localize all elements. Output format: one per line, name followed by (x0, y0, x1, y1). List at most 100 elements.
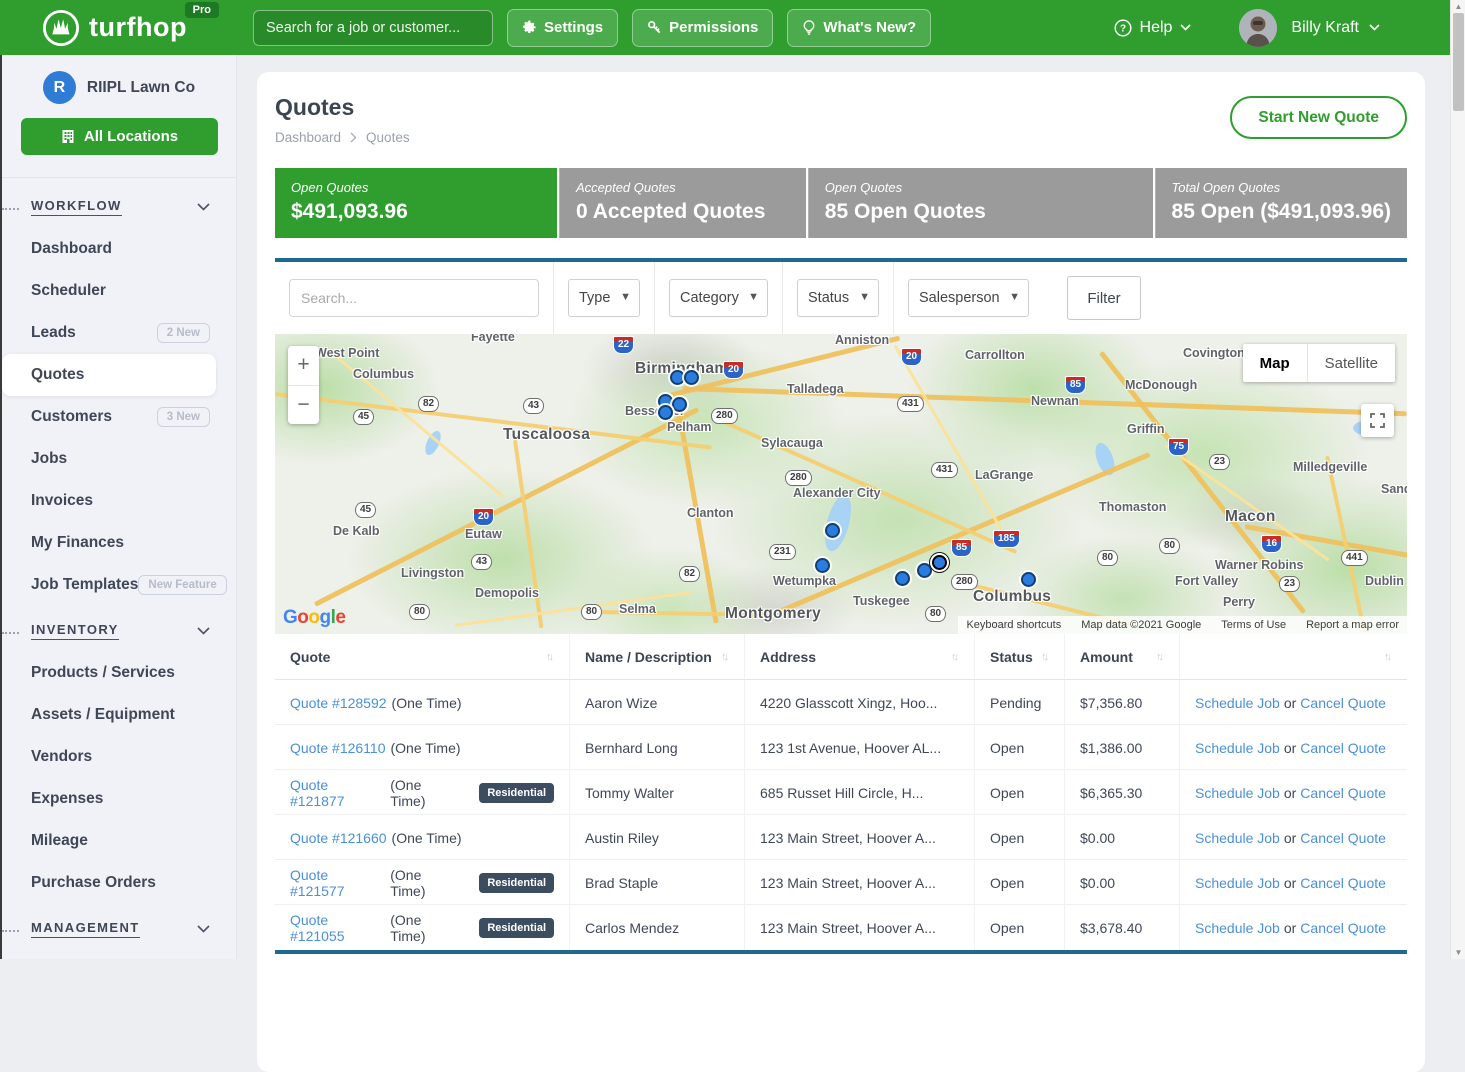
quote-map-marker[interactable] (932, 555, 947, 570)
cancel-quote-link[interactable]: Cancel Quote (1300, 920, 1386, 936)
fullscreen-button[interactable] (1361, 404, 1394, 437)
gear-icon (522, 20, 537, 35)
map-attribution-link[interactable]: Report a map error (1306, 619, 1399, 631)
map-attribution-link[interactable]: Map data ©2021 Google (1081, 619, 1201, 631)
sidebar-item[interactable]: Scheduler (2, 270, 236, 312)
turfhop-logo-icon (42, 9, 80, 47)
sidebar-item[interactable]: Invoices (2, 480, 236, 522)
quote-map-marker[interactable] (658, 405, 673, 420)
quote-link[interactable]: Quote #126110 (290, 740, 386, 756)
table-header-cell: Name / Description ↑↓ (570, 634, 745, 679)
permissions-button[interactable]: Permissions (632, 9, 773, 47)
company-switcher[interactable]: R RIIPL Lawn Co (2, 71, 236, 104)
sort-icon[interactable]: ↑↓ (721, 651, 729, 663)
sidebar-item[interactable]: Assets / Equipment (2, 694, 236, 736)
quote-link[interactable]: Quote #121660 (290, 830, 387, 846)
sidebar-item[interactable]: Jobs (2, 438, 236, 480)
sidebar-item[interactable]: Leads 2 New (2, 312, 236, 354)
sidebar-item[interactable]: Expenses (2, 778, 236, 820)
cancel-quote-link[interactable]: Cancel Quote (1300, 875, 1386, 891)
filter-button[interactable]: Filter (1067, 276, 1141, 320)
start-new-quote-button[interactable]: Start New Quote (1230, 96, 1407, 139)
route-shield: 280 (785, 470, 812, 486)
filter-select[interactable]: Salesperson ▼ (908, 279, 1029, 317)
stat-label: Total Open Quotes (1172, 180, 1391, 195)
chevron-down-icon[interactable] (197, 198, 210, 216)
sidebar-item[interactable]: My Finances (2, 522, 236, 564)
scrollbar-thumb[interactable] (1453, 13, 1464, 111)
page-scrollbar[interactable]: ▲ ▼ (1450, 0, 1465, 959)
sidebar-item[interactable]: REPORTS (2, 954, 236, 959)
filter-select[interactable]: Type ▼ (568, 279, 640, 317)
map-attribution-link[interactable]: Terms of Use (1221, 619, 1286, 631)
sidebar-item[interactable]: Dashboard (2, 228, 236, 270)
global-search-input[interactable] (253, 10, 493, 46)
quote-map-marker[interactable] (672, 397, 687, 412)
settings-button[interactable]: Settings (507, 9, 618, 47)
map-type-satellite[interactable]: Satellite (1307, 344, 1395, 382)
map-attribution-link[interactable]: Keyboard shortcuts (966, 619, 1061, 631)
quote-map-marker[interactable] (815, 558, 830, 573)
quote-link[interactable]: Quote #128592 (290, 695, 387, 711)
zoom-out-button[interactable]: − (288, 386, 319, 425)
schedule-job-link[interactable]: Schedule Job (1195, 830, 1280, 846)
user-name[interactable]: Billy Kraft (1291, 19, 1359, 37)
quote-map-marker[interactable] (895, 571, 910, 586)
sidebar-item[interactable]: Vendors (2, 736, 236, 778)
cancel-quote-link[interactable]: Cancel Quote (1300, 695, 1386, 711)
cancel-quote-link[interactable]: Cancel Quote (1300, 740, 1386, 756)
sort-icon[interactable]: ↑↓ (1384, 651, 1392, 663)
sidebar-item[interactable]: Quotes (2, 354, 216, 396)
sidebar-item[interactable]: Job Templates New Feature (2, 564, 236, 606)
chevron-down-icon[interactable] (197, 622, 210, 640)
schedule-job-link[interactable]: Schedule Job (1195, 875, 1280, 891)
schedule-job-link[interactable]: Schedule Job (1195, 920, 1280, 936)
brand-logo[interactable]: turfhop Pro (42, 9, 187, 47)
sort-icon[interactable]: ↑↓ (951, 651, 959, 663)
quote-map-marker[interactable] (917, 563, 932, 578)
map-type-map[interactable]: Map (1243, 344, 1307, 382)
quote-map-marker[interactable] (1021, 572, 1036, 587)
quote-map-marker[interactable] (670, 370, 685, 385)
filter-dropdowns: Type ▼ Category ▼ (554, 262, 1043, 334)
sidebar-item[interactable]: Mileage (2, 820, 236, 862)
quote-link[interactable]: Quote #121577 (290, 867, 385, 899)
scroll-down-arrow[interactable]: ▼ (1451, 946, 1465, 959)
chevron-down-icon (1180, 24, 1191, 31)
sort-icon[interactable]: ↑↓ (546, 651, 554, 663)
table-search-input[interactable] (289, 279, 539, 317)
quote-map-marker[interactable] (825, 523, 840, 538)
help-menu[interactable]: ? Help (1114, 19, 1192, 37)
route-shield: 43 (471, 554, 492, 570)
sidebar-item[interactable]: Customers 3 New (2, 396, 236, 438)
all-locations-button[interactable]: All Locations (21, 118, 218, 155)
quote-map-marker[interactable] (684, 370, 699, 385)
sort-icon[interactable]: ↑↓ (1156, 651, 1164, 663)
user-avatar[interactable] (1239, 9, 1277, 47)
sidebar-item[interactable]: WORKFLOW (2, 186, 236, 228)
table-row: Quote #126110 (One Time) Bernhard Long 1… (275, 725, 1407, 770)
zoom-in-button[interactable]: + (288, 346, 319, 386)
sort-icon[interactable]: ↑↓ (1041, 651, 1049, 663)
stat-card: Open Quotes 85 Open Quotes (808, 168, 1153, 238)
breadcrumb-dashboard[interactable]: Dashboard (275, 130, 341, 145)
sidebar-item[interactable]: Purchase Orders (2, 862, 236, 904)
quote-cell: Quote #128592 (One Time) (275, 680, 570, 725)
quotes-map[interactable]: Fayette West Point Columbus Tuscaloosa D… (275, 334, 1407, 634)
quote-link[interactable]: Quote #121877 (290, 777, 385, 809)
schedule-job-link[interactable]: Schedule Job (1195, 785, 1280, 801)
sidebar-item[interactable]: Products / Services (2, 652, 236, 694)
whats-new-button[interactable]: What's New? (787, 9, 931, 47)
filter-select[interactable]: Category ▼ (669, 279, 768, 317)
sidebar-item[interactable]: MANAGEMENT (2, 908, 236, 950)
cancel-quote-link[interactable]: Cancel Quote (1300, 830, 1386, 846)
scroll-up-arrow[interactable]: ▲ (1451, 0, 1465, 13)
quote-link[interactable]: Quote #121055 (290, 912, 385, 944)
chevron-down-icon[interactable] (197, 920, 210, 938)
cancel-quote-link[interactable]: Cancel Quote (1300, 785, 1386, 801)
schedule-job-link[interactable]: Schedule Job (1195, 740, 1280, 756)
schedule-job-link[interactable]: Schedule Job (1195, 695, 1280, 711)
route-shield: 43 (523, 398, 544, 414)
sidebar-item[interactable]: INVENTORY (2, 610, 236, 652)
filter-select[interactable]: Status ▼ (797, 279, 879, 317)
